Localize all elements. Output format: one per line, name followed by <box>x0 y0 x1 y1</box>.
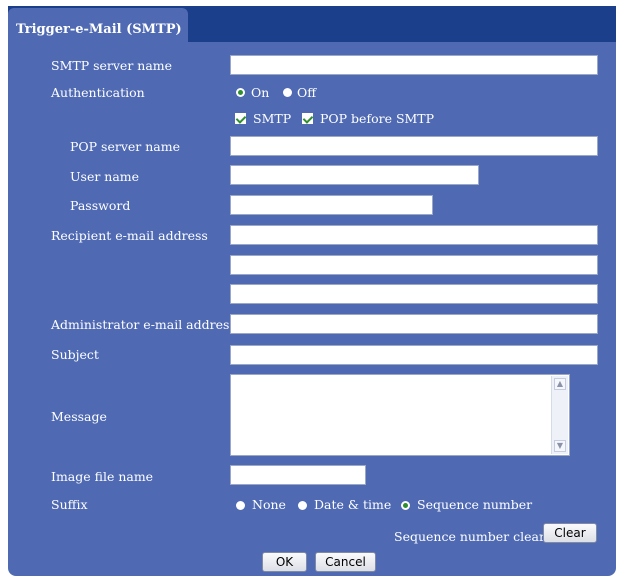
image-file-name-label: Image file name <box>51 469 154 484</box>
subject-input[interactable] <box>230 345 598 365</box>
administrator-email-input[interactable] <box>230 314 598 334</box>
smtp-server-name-label: SMTP server name <box>51 58 173 73</box>
suffix-date-time-label: Date & time <box>314 497 392 512</box>
message-scrollbar[interactable]: ▲ ▼ <box>551 376 568 454</box>
scroll-up-icon[interactable]: ▲ <box>554 378 566 390</box>
cancel-button[interactable]: Cancel <box>315 552 376 572</box>
suffix-sequence-number-label: Sequence number <box>417 497 533 512</box>
pop-before-smtp-label: POP before SMTP <box>320 111 435 126</box>
pop-before-smtp-checkbox[interactable] <box>302 113 313 124</box>
recipient-email-input-1[interactable] <box>230 225 598 245</box>
suffix-sequence-number-radio[interactable] <box>401 501 410 510</box>
message-label: Message <box>51 409 107 424</box>
authentication-off-radio[interactable] <box>283 88 292 97</box>
authentication-on-radio[interactable] <box>236 88 245 97</box>
authentication-off-label: Off <box>297 85 317 100</box>
authentication-label: Authentication <box>51 85 145 100</box>
smtp-checkbox[interactable] <box>235 113 246 124</box>
authentication-on-label: On <box>251 85 270 100</box>
password-input[interactable] <box>230 195 433 215</box>
recipient-email-input-2[interactable] <box>230 255 598 275</box>
password-label: Password <box>70 198 131 213</box>
scroll-down-icon[interactable]: ▼ <box>554 440 566 452</box>
pop-server-name-input[interactable] <box>230 136 598 156</box>
user-name-label: User name <box>70 169 140 184</box>
recipient-email-label: Recipient e-mail address <box>51 228 208 243</box>
user-name-input[interactable] <box>230 165 479 185</box>
suffix-none-label: None <box>252 497 286 512</box>
suffix-label: Suffix <box>51 497 88 512</box>
subject-label: Subject <box>51 347 99 362</box>
suffix-date-time-radio[interactable] <box>298 501 307 510</box>
tab-label: Trigger-e-Mail (SMTP) <box>16 22 182 37</box>
suffix-none-radio[interactable] <box>236 501 245 510</box>
message-textarea[interactable]: ▲ ▼ <box>230 374 570 456</box>
smtp-server-name-input[interactable] <box>230 55 598 75</box>
image-file-name-input[interactable] <box>230 465 366 485</box>
tab-trigger-email-smtp[interactable]: Trigger-e-Mail (SMTP) <box>8 8 188 42</box>
sequence-number-clear-label: Sequence number clear <box>394 529 545 544</box>
recipient-email-input-3[interactable] <box>230 284 598 304</box>
clear-button[interactable]: Clear <box>543 523 597 543</box>
pop-server-name-label: POP server name <box>70 139 180 154</box>
ok-button[interactable]: OK <box>262 552 307 572</box>
smtp-checkbox-label: SMTP <box>253 111 292 126</box>
administrator-email-label: Administrator e-mail address <box>51 317 236 332</box>
